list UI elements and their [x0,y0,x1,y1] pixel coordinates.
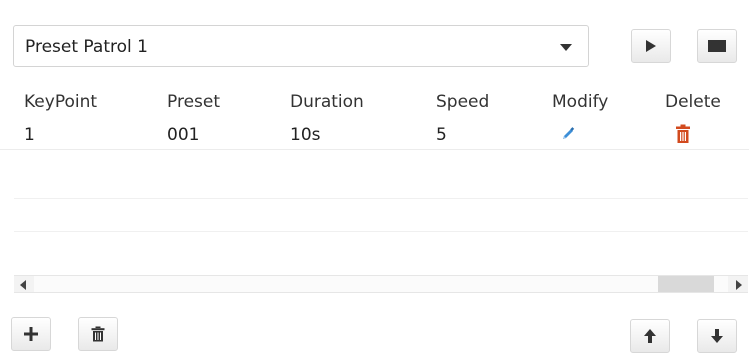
scroll-right-icon[interactable] [736,280,742,290]
patrol-select[interactable]: Preset Patrol 1 [13,25,589,67]
move-down-button[interactable] [697,319,737,353]
scrollbar-track[interactable] [34,276,728,292]
add-keypoint-button[interactable] [11,317,51,351]
horizontal-scrollbar[interactable] [14,275,748,293]
arrow-down-icon [711,329,723,343]
keypoint-table: KeyPoint Preset Duration Speed Modify De… [0,84,749,150]
cell-speed: 5 [436,125,447,145]
pencil-icon[interactable] [560,126,576,147]
cell-preset: 001 [167,125,200,145]
table-divider [14,198,748,199]
table-row[interactable]: 1 001 10s 5 [0,117,749,150]
table-header: KeyPoint Preset Duration Speed Modify De… [0,84,749,117]
header-preset: Preset [167,92,221,112]
delete-all-button[interactable] [78,317,118,351]
play-button[interactable] [631,29,671,63]
trash-icon [91,326,105,342]
header-keypoint: KeyPoint [24,92,98,112]
arrow-up-icon [644,329,656,343]
stop-button[interactable] [697,29,737,63]
cell-duration: 10s [290,125,321,145]
trash-icon[interactable] [675,124,691,149]
table-divider [14,231,748,232]
stop-icon [708,40,726,52]
patrol-select-value: Preset Patrol 1 [25,37,148,57]
header-delete: Delete [665,92,721,112]
header-duration: Duration [290,92,364,112]
move-up-button[interactable] [630,319,670,353]
scroll-left-icon[interactable] [20,280,26,290]
play-icon [646,40,656,52]
scrollbar-thumb[interactable] [658,276,714,292]
plus-icon [24,327,38,341]
chevron-down-icon[interactable] [560,44,572,51]
header-speed: Speed [436,92,490,112]
cell-keypoint: 1 [24,125,35,145]
header-modify: Modify [552,92,609,112]
